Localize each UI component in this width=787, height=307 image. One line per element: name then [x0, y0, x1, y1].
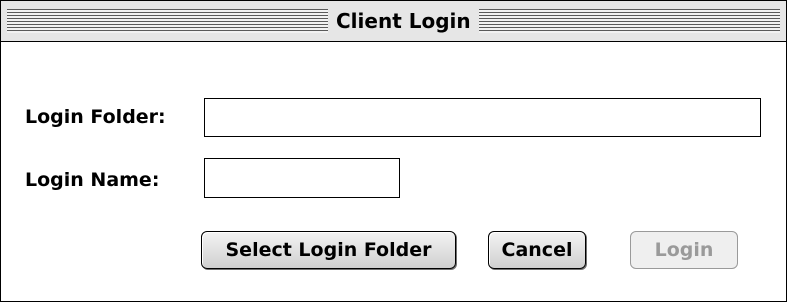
client-login-dialog: Client Login Login Folder: Login Name: S… — [0, 0, 787, 302]
login-folder-field[interactable] — [204, 98, 761, 137]
cancel-button[interactable]: Cancel — [488, 231, 586, 269]
select-login-folder-button[interactable]: Select Login Folder — [201, 231, 456, 269]
login-button[interactable]: Login — [630, 231, 738, 269]
title-bar[interactable]: Client Login — [1, 1, 786, 42]
login-folder-label: Login Folder: — [25, 106, 166, 128]
login-name-label: Login Name: — [25, 169, 160, 191]
window-title: Client Login — [328, 7, 479, 35]
login-name-field[interactable] — [204, 158, 400, 198]
